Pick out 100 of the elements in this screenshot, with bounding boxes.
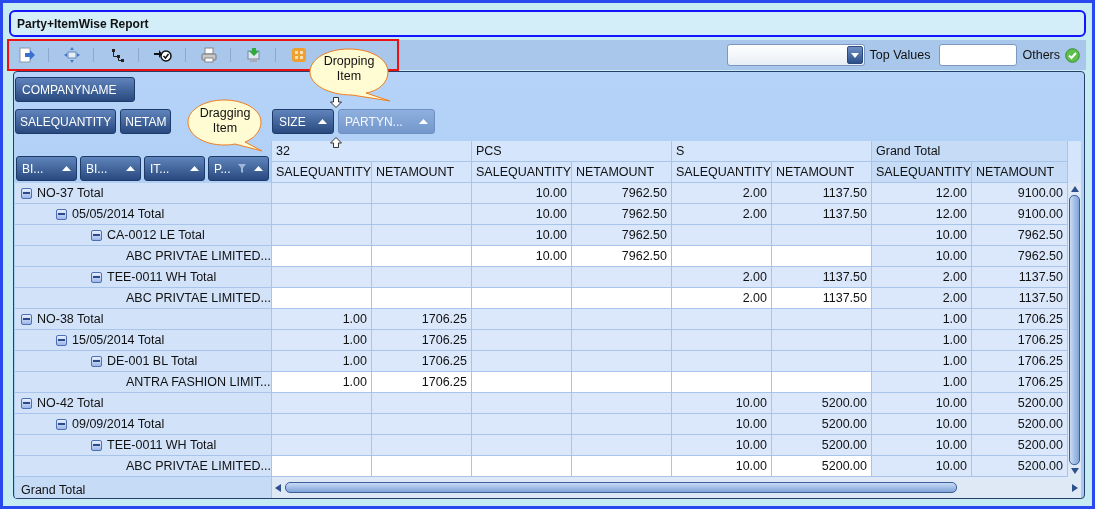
table-cell: 2.00 [672,267,772,288]
table-cell: 1.00 [872,372,972,393]
scrollbar-thumb[interactable] [285,482,957,493]
document-arrow-icon[interactable] [19,47,35,63]
collapse-icon[interactable] [56,334,67,346]
collapse-icon[interactable] [91,229,102,241]
row-header-label: TEE-0011 WH Total [107,438,217,452]
row-field-button[interactable]: IT... [144,156,205,181]
tree-nodes-icon[interactable] [109,47,125,63]
table-cell: 10.00 [872,393,972,414]
column-group-header: 32 [272,141,472,162]
sort-arrow-icon [419,119,428,124]
table-cell: 2.00 [672,288,772,309]
measure-header: NETAMOUNT [372,162,472,183]
collapse-icon[interactable] [91,271,102,283]
table-cell: 1.00 [872,330,972,351]
row-field-button[interactable]: BI... [80,156,141,181]
scrollbar-thumb[interactable] [1069,195,1080,465]
measure-header: NETAMOUNT [772,162,872,183]
dropdown-button[interactable] [846,46,863,64]
row-field-button[interactable]: P... [208,156,269,181]
table-cell: 2.00 [672,183,772,204]
table-cell: 10.00 [872,246,972,267]
row-header-label: CA-0012 LE Total [107,228,205,242]
row-header-label: 05/05/2014 Total [72,207,165,221]
measure-header: NETAMOUNT [572,162,672,183]
table-cell: 5200.00 [772,414,872,435]
table-cell: 10.00 [672,414,772,435]
table-cell: 2.00 [872,288,972,309]
sort-arrow-icon [254,166,263,171]
sort-arrow-icon [190,166,199,171]
collapse-icon[interactable] [56,418,67,430]
check-icon[interactable] [1065,47,1080,63]
scroll-up-icon[interactable] [1070,186,1079,192]
top-values-field[interactable] [939,44,1018,66]
table-cell: 10.00 [472,246,572,267]
row-field-button[interactable]: BI... [16,156,77,181]
scroll-left-icon[interactable] [275,483,281,492]
column-field-button[interactable]: SIZE [272,109,334,134]
data-field-button[interactable]: SALEQUANTITY [15,109,117,134]
row-header-label: ABC PRIVTAE LIMITED... [126,291,271,305]
row-header-label: TEE-0011 WH Total [107,270,217,284]
measure-header: SALEQUANTITY [472,162,572,183]
row-header-label: NO-37 Total [37,186,104,200]
row-header-label: 09/09/2014 Total [72,417,165,431]
table-cell: 1706.25 [972,372,1068,393]
table-cell: 1137.50 [972,267,1068,288]
table-cell: 5200.00 [972,414,1068,435]
vertical-scrollbar[interactable] [1068,183,1081,477]
drop-up-arrow-icon [330,137,342,148]
table-cell: 5200.00 [972,435,1068,456]
table-cell: 10.00 [472,204,572,225]
measure-header: SALEQUANTITY [272,162,372,183]
table-cell: 2.00 [672,204,772,225]
printer-icon[interactable] [201,47,217,63]
table-cell: 1137.50 [772,183,872,204]
collapse-icon[interactable] [21,397,32,409]
dropdown-field[interactable] [726,44,865,66]
table-cell: 1706.25 [372,372,472,393]
scroll-right-icon[interactable] [1072,483,1078,492]
table-cell: 10.00 [872,435,972,456]
table-cell: 7962.50 [572,204,672,225]
arrow-check-icon[interactable] [154,47,172,63]
filter-field-button[interactable]: COMPANYNAME [15,77,135,102]
table-cell: 5200.00 [772,393,872,414]
table-cell: 5200.00 [772,435,872,456]
scroll-down-icon[interactable] [1070,468,1079,474]
collapse-icon[interactable] [21,187,32,199]
tiles-icon[interactable] [291,47,307,63]
table-cell: 1137.50 [772,204,872,225]
top-values-label: Top Values [869,48,931,62]
table-cell: 10.00 [672,456,772,477]
measure-header: SALEQUANTITY [672,162,772,183]
table-cell: 1.00 [272,351,372,372]
collapse-icon[interactable] [56,208,67,220]
table-cell: 1137.50 [972,288,1068,309]
table-cell: 5200.00 [772,456,872,477]
measure-header: SALEQUANTITY [872,162,972,183]
column-group-header: Grand Total [872,141,1068,162]
table-cell: 7962.50 [572,246,672,267]
data-field-button[interactable]: NETAM [120,109,172,134]
table-cell: 12.00 [872,204,972,225]
table-cell: 12.00 [872,183,972,204]
table-cell: 9100.00 [972,183,1068,204]
table-cell: 5200.00 [972,393,1068,414]
speech-bubble: Dropping Item [308,48,390,102]
collapse-icon[interactable] [91,439,102,451]
four-arrows-icon[interactable] [64,47,80,63]
table-cell: 7962.50 [572,225,672,246]
drop-down-arrow-icon [330,97,342,108]
collapse-icon[interactable] [91,355,102,367]
horizontal-scrollbar[interactable] [272,477,1081,498]
sort-arrow-icon [126,166,135,171]
table-cell: 5200.00 [972,456,1068,477]
collapse-icon[interactable] [21,313,32,325]
table-cell: 1706.25 [372,351,472,372]
table-cell: 1137.50 [772,267,872,288]
window-title: Party+ItemWise Report [17,16,149,31]
table-cell: 1.00 [872,309,972,330]
table-cell: 1706.25 [372,330,472,351]
